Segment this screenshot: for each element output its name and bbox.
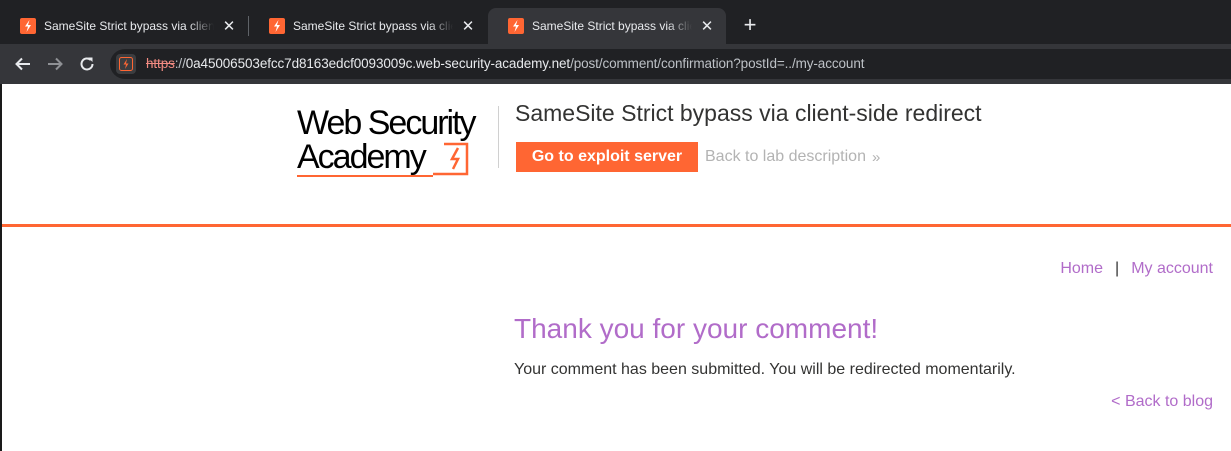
browser-tab-1[interactable]: SameSite Strict bypass via client-side r…: [0, 8, 248, 44]
not-secure-site-icon: [119, 57, 133, 71]
tab-title: SameSite Strict bypass via client-side r…: [532, 19, 692, 33]
url-text: https://0a45006503efcc7d8163edcf0093009c…: [146, 56, 864, 71]
back-to-blog-link[interactable]: < Back to blog: [1111, 393, 1213, 411]
url-separator: ://: [174, 56, 186, 71]
reload-button[interactable]: [75, 52, 99, 76]
browser-tab-strip: SameSite Strict bypass via client-side r…: [0, 0, 1231, 44]
nav-separator: |: [1115, 260, 1120, 277]
tab-title: SameSite Strict bypass via client-side r…: [44, 19, 214, 33]
site-info-button[interactable]: [116, 54, 136, 74]
arrow-left-icon: [15, 57, 30, 71]
address-bar[interactable]: https://0a45006503efcc7d8163edcf0093009c…: [110, 49, 1231, 79]
close-tab-icon[interactable]: ✕: [220, 17, 238, 35]
web-security-academy-logo[interactable]: Web Security Academy: [295, 106, 500, 178]
double-chevron-right-icon: »: [871, 148, 881, 166]
reload-icon: [80, 57, 94, 71]
go-to-exploit-server-button[interactable]: Go to exploit server: [516, 142, 698, 172]
academy-lab-banner: Web Security Academy SameSite Strict byp…: [2, 84, 1231, 227]
confirmation-heading: Thank you for your comment!: [514, 313, 879, 344]
home-link[interactable]: Home: [1060, 260, 1103, 278]
logo-divider: [498, 106, 499, 168]
close-tab-icon[interactable]: ✕: [459, 17, 477, 35]
lab-title: SameSite Strict bypass via client-side r…: [515, 100, 982, 126]
url-host: 0a45006503efcc7d8163edcf0093009c.web-sec…: [185, 56, 571, 71]
url-path: /post/comment/confirmation?postId=../my-…: [570, 56, 865, 71]
arrow-right-icon: [48, 57, 63, 71]
back-to-lab-label: Back to lab description: [705, 148, 866, 165]
browser-tab-3-active[interactable]: SameSite Strict bypass via client-side r…: [488, 8, 726, 44]
back-to-lab-description-link[interactable]: Back to lab description »: [705, 148, 881, 166]
forward-button[interactable]: [43, 52, 67, 76]
browser-toolbar: https://0a45006503efcc7d8163edcf0093009c…: [0, 44, 1231, 84]
close-tab-icon[interactable]: ✕: [698, 17, 716, 35]
confirmation-message: Your comment has been submitted. You wil…: [514, 361, 1016, 378]
back-button[interactable]: [11, 52, 35, 76]
new-tab-button[interactable]: +: [738, 13, 762, 37]
portswigger-favicon-icon: [20, 18, 36, 34]
page-viewport: Web Security Academy SameSite Strict byp…: [0, 84, 1231, 451]
portswigger-favicon-icon: [508, 18, 524, 34]
my-account-link[interactable]: My account: [1131, 260, 1213, 278]
browser-tab-2[interactable]: SameSite Strict bypass via client-side r…: [249, 8, 487, 44]
url-scheme: https: [146, 56, 175, 71]
tab-title: SameSite Strict bypass via client-side r…: [293, 19, 453, 33]
portswigger-favicon-icon: [269, 18, 285, 34]
logo-mark-icon: [297, 142, 469, 177]
top-navigation: Home | My account: [1060, 260, 1213, 278]
